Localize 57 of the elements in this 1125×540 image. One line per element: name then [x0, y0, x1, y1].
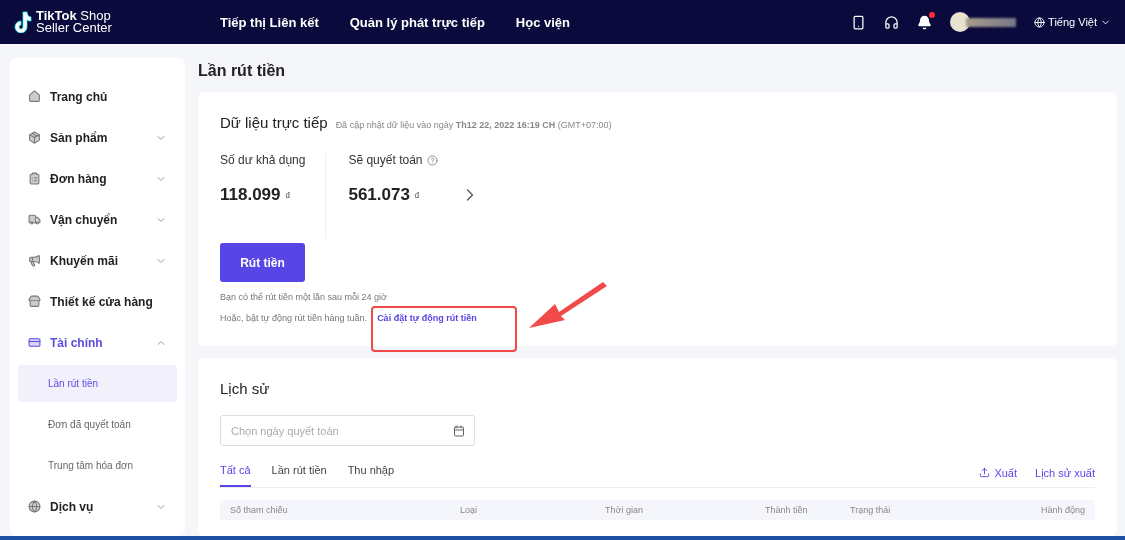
balance-amount: 561.073 ₫ — [348, 185, 420, 205]
column-header: Thời gian — [605, 505, 644, 515]
auto-withdraw-link[interactable]: Cài đặt tự động rút tiền — [377, 313, 477, 323]
column-header: Loại — [460, 505, 478, 515]
tab[interactable]: Tất cả — [220, 458, 251, 487]
sidebar-item[interactable]: Sản phẩm — [18, 117, 177, 158]
avatar[interactable] — [950, 12, 971, 32]
tab[interactable]: Lần rút tiền — [271, 458, 327, 487]
balance-label: Sẽ quyết toán — [348, 153, 423, 167]
menu-icon — [28, 295, 41, 308]
menu-icon — [28, 500, 41, 513]
balance-label: Số dư khả dụng — [220, 153, 306, 167]
update-time: Đã cập nhật dữ liệu vào ngày Th12 22, 2022 16:19 CH (GMT+07:00) — [335, 120, 612, 130]
globe-icon — [1034, 16, 1046, 28]
language-button[interactable]: Tiếng Việt — [1034, 16, 1111, 28]
logo-text: TikTok Shop Seller Center — [36, 10, 112, 34]
tab[interactable]: Thu nhập — [347, 458, 395, 487]
card-title: Dữ liệu trực tiếp — [220, 114, 328, 131]
sidebar-item[interactable]: Dịch vụ — [18, 486, 177, 527]
sidebar-item[interactable]: Thiết kế cửa hàng — [18, 281, 177, 322]
column-header: Số tham chiếu — [230, 505, 289, 515]
menu-icon — [28, 213, 41, 226]
withdraw-button[interactable]: Rút tiền — [220, 243, 305, 282]
sidebar-item[interactable]: Trang chủ — [18, 76, 177, 117]
sidebar-item[interactable]: Tài chính — [18, 322, 177, 363]
column-header: Thành tiền — [765, 505, 809, 515]
sidebar-item[interactable]: Khuyến mãi — [18, 240, 177, 281]
headset-icon[interactable] — [884, 14, 900, 30]
sidebar-item[interactable]: Đơn hàng — [18, 158, 177, 199]
sidebar-item[interactable]: Vận chuyển — [18, 199, 177, 240]
balance-amount: 118.099 ₫ — [220, 185, 291, 205]
note-text: Hoặc, bật tự động rút tiền hàng tuần. — [220, 312, 368, 324]
column-header: Hành động — [1039, 505, 1085, 515]
export-history-link[interactable]: Lịch sử xuất — [1035, 466, 1095, 479]
date-field[interactable]: Chọn ngày quyết toán — [220, 415, 475, 446]
menu-icon — [28, 172, 41, 185]
note-text: Bạn có thể rút tiền một lần sau mỗi 24 giờ — [220, 291, 388, 304]
phone-icon[interactable] — [851, 14, 867, 30]
sidebar-subitem[interactable]: Trung tâm hóa đơn — [18, 447, 177, 484]
card-title: Lịch sử — [220, 380, 271, 397]
nav-link[interactable]: Quản lý phát trực tiếp — [349, 14, 485, 30]
export-button[interactable]: Xuất — [979, 466, 1018, 479]
nav-link[interactable]: Học viện — [515, 14, 570, 30]
sidebar-subitem[interactable]: Lần rút tiền — [18, 365, 177, 402]
page-title: Lần rút tiền — [198, 62, 287, 80]
menu-icon — [28, 254, 41, 267]
upload-icon — [979, 467, 991, 478]
sidebar-subitem[interactable]: Đơn đã quyết toán — [18, 406, 177, 443]
menu-icon — [28, 90, 41, 103]
bell-icon[interactable] — [917, 14, 933, 30]
blurred-username — [966, 17, 1017, 27]
nav-link[interactable]: Tiếp thị Liên kết — [220, 14, 319, 30]
calendar-icon — [453, 425, 465, 437]
menu-icon — [28, 131, 41, 144]
menu-icon — [28, 336, 41, 349]
column-header: Trạng thái — [850, 505, 892, 515]
logo-icon — [14, 11, 32, 33]
